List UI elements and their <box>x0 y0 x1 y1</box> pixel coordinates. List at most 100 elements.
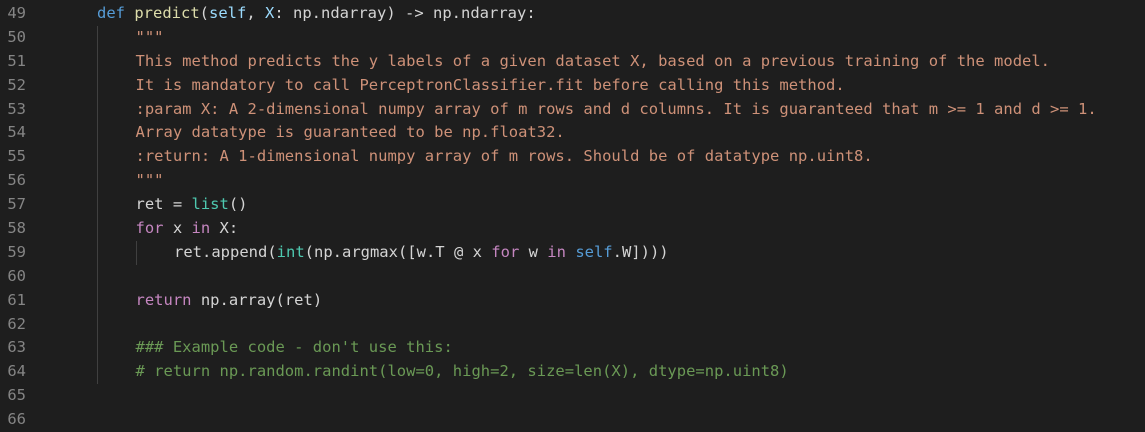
indent-guide <box>97 73 98 98</box>
code-line[interactable]: 50 """ <box>0 25 1145 50</box>
code-text: """ <box>136 169 164 193</box>
indent-guide <box>97 121 98 146</box>
indent-guide <box>97 217 98 241</box>
code-text: return np.array(ret) <box>136 289 323 313</box>
code-line[interactable]: 63 ### Example code - don't use this: <box>0 336 1145 361</box>
code-token: .W]))) <box>612 242 669 261</box>
code-text: It is mandatory to call PerceptronClassi… <box>136 74 845 98</box>
code-token: # return np.random.randint(low=0, high=2… <box>135 362 789 381</box>
code-text: def predict(self, X: np.ndarray) -> np.n… <box>97 2 536 26</box>
line-number: 63 <box>7 338 26 357</box>
line-number: 52 <box>7 75 26 94</box>
code-text: ret = list() <box>136 193 248 217</box>
code-text: ### Example code - don't use this: <box>136 336 453 360</box>
code-line[interactable]: 51 This method predicts the y labels of a… <box>0 49 1145 74</box>
indent-guide <box>97 240 98 265</box>
indent-guide <box>97 288 98 313</box>
code-text: :param X: A 2-dimensional numpy array of… <box>136 98 1097 122</box>
code-text: for x in X: <box>136 217 239 241</box>
indent-guide <box>97 25 98 50</box>
code-token: list <box>191 195 229 214</box>
code-token: :return: A 1-dimensional numpy array of … <box>135 147 873 166</box>
indent-guide <box>97 49 98 74</box>
line-number: 62 <box>7 314 26 333</box>
code-token: ### Example code - don't use this: <box>135 338 453 357</box>
indent-guide <box>135 240 137 265</box>
code-token: w <box>519 242 548 261</box>
code-line[interactable]: 64 # return np.random.randint(low=0, high… <box>0 360 1145 385</box>
code-token: , <box>246 4 266 22</box>
code-token: (np.argmax([w.T @ x <box>304 242 492 261</box>
code-line[interactable]: 65 <box>0 384 1145 408</box>
code-line[interactable]: 57 ret = list() <box>0 193 1145 218</box>
code-line[interactable]: 59 ret.append(int(np.argmax([w.T @ x for … <box>0 240 1145 265</box>
code-token: """ <box>135 27 164 46</box>
code-token: for <box>135 219 164 238</box>
indent-guide <box>97 169 98 194</box>
indent-guide <box>97 336 98 361</box>
code-text: # return np.random.randint(low=0, high=2… <box>136 360 789 384</box>
code-line[interactable]: 56 """ <box>0 169 1145 194</box>
line-number: 54 <box>7 123 26 142</box>
line-number: 57 <box>7 195 26 214</box>
code-line[interactable]: 60 <box>0 264 1145 289</box>
code-line[interactable]: 54 Array datatype is guaranteed to be np.… <box>0 121 1145 146</box>
code-token: in <box>191 219 211 238</box>
code-text: Array datatype is guaranteed to be np.fl… <box>136 121 565 145</box>
code-line[interactable]: 66 <box>0 408 1145 432</box>
indent-guide <box>97 97 98 122</box>
code-token: :param X: A 2-dimensional numpy array of… <box>135 99 1097 118</box>
code-token: X <box>265 4 275 22</box>
line-number: 58 <box>7 219 26 238</box>
code-token: ret = <box>135 195 192 214</box>
code-token: self <box>575 242 613 261</box>
line-number: 56 <box>7 171 26 190</box>
code-token: return <box>135 290 192 309</box>
line-number: 65 <box>7 386 26 405</box>
line-number: 64 <box>7 362 26 381</box>
indent-guide <box>97 360 98 385</box>
code-line[interactable]: 55:return: A 1-dimensional numpy array o… <box>0 145 1145 170</box>
indent-guide <box>97 145 98 170</box>
line-number: 61 <box>7 290 26 309</box>
line-number: 59 <box>7 242 26 261</box>
code-token: np.array(ret) <box>191 290 323 309</box>
code-line[interactable]: 52 It is mandatory to call PerceptronClas… <box>0 73 1145 98</box>
line-number: 53 <box>7 99 26 118</box>
code-token: Array datatype is guaranteed to be np.fl… <box>135 123 565 142</box>
indent-guide <box>97 193 98 218</box>
code-token: """ <box>135 171 164 190</box>
line-number: 60 <box>7 266 26 285</box>
code-line[interactable]: 62 <box>0 312 1145 337</box>
code-text: """ <box>136 26 164 50</box>
code-token: ( <box>199 4 210 22</box>
code-text: ret.append(int(np.argmax([w.T @ x for w … <box>174 241 669 265</box>
code-token: This method predicts the y labels of a g… <box>135 51 1051 70</box>
code-editor[interactable]: 49 def predict(self, X: np.ndarray) -> np… <box>0 2 1145 430</box>
code-line[interactable]: 53 :param X: A 2-dimensional numpy array … <box>0 97 1145 122</box>
indent-guide <box>97 264 98 289</box>
line-number: 50 <box>7 27 26 46</box>
code-token: def <box>97 4 125 22</box>
line-number: 51 <box>7 51 26 70</box>
code-line[interactable]: 61 return np.array(ret) <box>0 288 1145 313</box>
code-token: in <box>547 242 566 261</box>
code-token: X: <box>210 219 239 238</box>
code-token: : np.ndarray) -> np.ndarray: <box>274 4 536 22</box>
code-text: :return: A 1-dimensional numpy array of … <box>136 145 873 169</box>
line-number: 66 <box>7 410 26 429</box>
code-token: self <box>209 4 247 22</box>
indent-guide <box>97 312 98 337</box>
code-token: for <box>491 242 520 261</box>
code-token: ret.append( <box>174 242 277 261</box>
code-line[interactable]: 49 def predict(self, X: np.ndarray) -> np… <box>0 2 1145 26</box>
code-token: predict <box>134 4 200 22</box>
code-token: x <box>163 219 192 238</box>
code-token: () <box>228 195 248 214</box>
code-line[interactable]: 58 for x in X: <box>0 217 1145 241</box>
code-token: int <box>276 242 305 261</box>
code-text: This method predicts the y labels of a g… <box>136 50 1051 74</box>
line-number: 49 <box>7 4 26 22</box>
